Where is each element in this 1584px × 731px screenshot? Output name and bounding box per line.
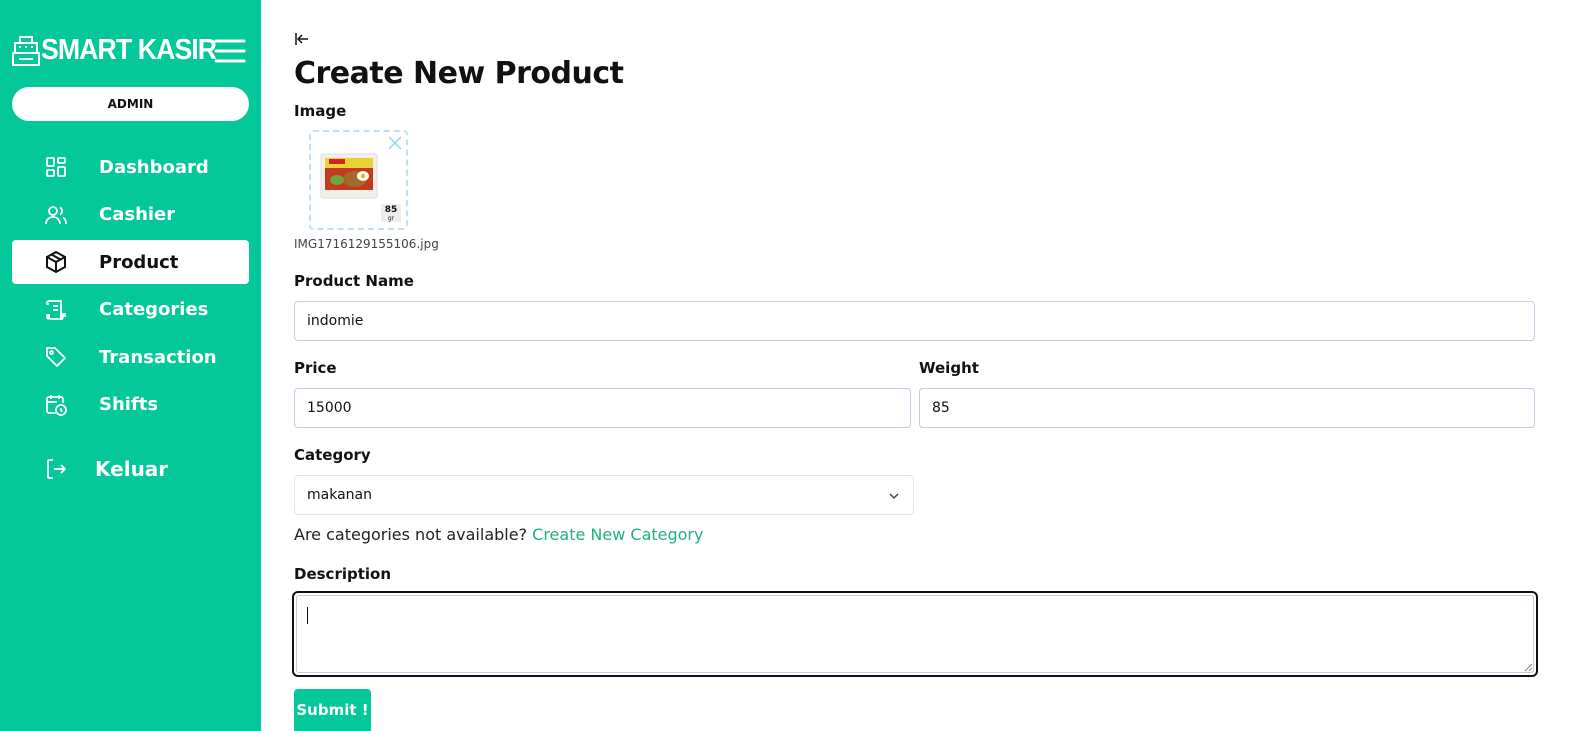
price-label: Price <box>294 359 337 377</box>
image-label: Image <box>294 102 347 120</box>
close-icon[interactable] <box>387 135 403 151</box>
product-name-label: Product Name <box>294 272 414 290</box>
back-arrow-icon[interactable] <box>294 31 310 47</box>
sidebar-item-label: Transaction <box>99 346 217 368</box>
users-icon <box>45 205 67 224</box>
category-selected-value: makanan <box>307 487 372 503</box>
sidebar-item-label: Product <box>99 251 179 273</box>
create-category-link[interactable]: Create New Category <box>532 525 703 544</box>
sidebar-item-transaction[interactable]: Transaction <box>12 335 249 379</box>
brand: SMART KASIR <box>12 34 231 67</box>
sidebar-item-label: Shifts <box>99 394 159 415</box>
category-hint: Are categories not available? Create New… <box>294 525 703 544</box>
sidebar-item-label: Categories <box>99 299 209 320</box>
sidebar-item-cashier[interactable]: Cashier <box>12 193 249 237</box>
resize-grip-icon[interactable] <box>1523 662 1533 672</box>
cash-register-icon <box>12 35 40 66</box>
weight-badge: 85 gr <box>381 204 401 222</box>
sidebar-item-categories[interactable]: Categories <box>12 288 249 332</box>
sidebar-item-label: Dashboard <box>99 156 209 178</box>
price-input[interactable]: 15000 <box>294 388 911 428</box>
dashboard-icon <box>46 157 66 177</box>
role-badge: ADMIN <box>12 87 249 121</box>
submit-button[interactable]: Submit ! <box>294 689 371 731</box>
sidebar-item-label: Cashier <box>99 204 176 225</box>
sidebar-nav: Dashboard Cashier Product Categories Tra… <box>12 145 249 430</box>
weight-input[interactable]: 85 <box>919 388 1535 428</box>
sidebar: SMART KASIR ADMIN Dashboard Cashier Prod <box>0 0 261 731</box>
product-image <box>320 153 378 199</box>
sidebar-item-shifts[interactable]: Shifts <box>12 383 249 427</box>
description-label: Description <box>294 565 392 583</box>
text-caret <box>307 607 308 624</box>
logout-icon <box>47 459 67 479</box>
sidebar-item-product[interactable]: Product <box>12 240 249 284</box>
logout-button[interactable]: Keluar <box>12 447 249 491</box>
image-file-name: IMG1716129155106.jpg <box>294 237 439 251</box>
calendar-clock-icon <box>46 394 67 416</box>
main-content: Create New Product Image 85 gr IMG171612… <box>292 0 1544 731</box>
page-title: Create New Product <box>294 56 624 91</box>
image-preview[interactable]: 85 gr <box>309 130 408 230</box>
sidebar-item-dashboard[interactable]: Dashboard <box>12 145 249 189</box>
logout-label: Keluar <box>95 457 169 481</box>
weight-label: Weight <box>919 359 979 377</box>
description-field <box>296 595 1534 673</box>
weight-badge-value: 85 <box>384 205 398 215</box>
product-name-input[interactable]: indomie <box>294 301 1535 341</box>
weight-badge-unit: gr <box>387 215 395 222</box>
receipt-icon <box>46 299 66 320</box>
hamburger-menu-icon[interactable] <box>214 38 246 64</box>
category-label: Category <box>294 446 371 464</box>
category-hint-text: Are categories not available? <box>294 525 528 544</box>
tag-icon <box>46 347 67 368</box>
brand-name: SMART KASIR <box>41 34 217 66</box>
category-select[interactable]: makanan <box>294 475 914 515</box>
chevron-down-icon <box>889 493 899 500</box>
box-icon <box>46 250 66 274</box>
description-textarea[interactable] <box>292 591 1538 677</box>
